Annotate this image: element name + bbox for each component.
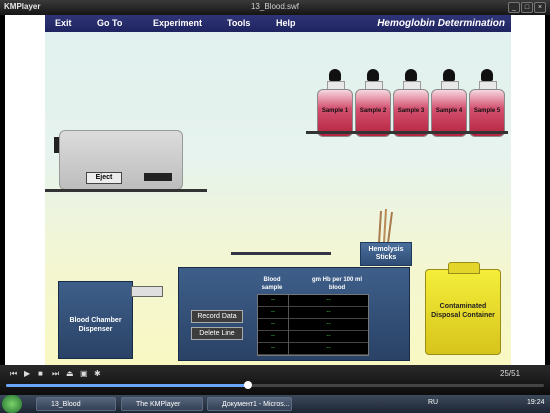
stop-icon[interactable]: ■ xyxy=(38,369,43,378)
player-controls: ⏮ ▶ ■ ⏭ ⏏ ▣ ✱ 25/51 xyxy=(0,365,550,395)
bottle-cap xyxy=(443,69,455,81)
sample-bottle-4[interactable]: Sample 4 xyxy=(431,69,467,139)
sample-label: Sample 3 xyxy=(397,108,425,114)
language-indicator[interactable]: RU xyxy=(428,399,438,406)
container-lid xyxy=(448,262,480,274)
table-cell: -- xyxy=(258,331,288,343)
sample-bottle-5[interactable]: Sample 5 xyxy=(469,69,505,139)
record-data-button[interactable]: Record Data xyxy=(191,310,243,323)
close-button[interactable]: × xyxy=(534,2,546,13)
shelf-bar xyxy=(231,252,331,255)
table-cell: -- xyxy=(289,295,368,307)
player-time: 25/51 xyxy=(500,369,521,378)
machine-shelf xyxy=(45,189,207,192)
column-divider xyxy=(288,295,289,355)
video-area: Exit Go To Experiment Tools Help Hemoglo… xyxy=(5,15,545,365)
disposal-label: Contaminated Disposal Container xyxy=(431,303,495,319)
table-cell: -- xyxy=(289,307,368,319)
eject-icon[interactable]: ⏏ xyxy=(66,369,74,378)
bottle-cap xyxy=(481,69,493,81)
bottle-cap xyxy=(329,69,341,81)
taskbar: 13_Blood The KMPlayer Документ1 - Micros… xyxy=(0,395,550,413)
taskbar-item-document[interactable]: Документ1 - Micros... xyxy=(207,397,292,411)
blood-chamber-dispenser[interactable]: Blood Chamber Dispenser xyxy=(58,281,133,359)
table-cell: -- xyxy=(258,319,288,331)
menu-exit[interactable]: Exit xyxy=(55,18,72,28)
column-header-blood-sample: Blood sample xyxy=(261,277,283,291)
minimize-button[interactable]: _ xyxy=(508,2,520,13)
player-file-name: 13_Blood.swf xyxy=(250,2,300,11)
table-cell: -- xyxy=(289,331,368,343)
delete-line-button[interactable]: Delete Line xyxy=(191,327,243,340)
app-title: Hemoglobin Determination xyxy=(377,18,505,29)
bottle-cap xyxy=(405,69,417,81)
clock[interactable]: 19:24 xyxy=(527,399,545,406)
table-cell: -- xyxy=(258,295,288,307)
seek-handle[interactable] xyxy=(244,381,253,389)
sample-bottle-2[interactable]: Sample 2 xyxy=(355,69,391,139)
play-icon[interactable]: ▶ xyxy=(24,369,30,378)
dispenser-nozzle[interactable] xyxy=(131,286,163,297)
taskbar-item-13-blood[interactable]: 13_Blood xyxy=(36,397,116,411)
hemoglobinometer[interactable]: Eject xyxy=(59,130,183,190)
sample-bottle-1[interactable]: Sample 1 xyxy=(317,69,353,139)
contaminated-disposal-container[interactable]: Contaminated Disposal Container xyxy=(425,262,501,355)
hemolysis-sticks-icon[interactable] xyxy=(375,209,395,243)
column-header-hb: gm Hb per 100 ml blood xyxy=(311,277,362,291)
taskbar-item-kmplayer[interactable]: The KMPlayer xyxy=(121,397,203,411)
menu-tools[interactable]: Tools xyxy=(227,18,250,28)
menu-experiment[interactable]: Experiment xyxy=(153,18,202,28)
data-table: -- -- -- -- -- -- -- -- -- -- xyxy=(257,294,369,356)
sample-label: Sample 2 xyxy=(359,108,387,114)
menu-help[interactable]: Help xyxy=(276,18,296,28)
bottle-cap xyxy=(367,69,379,81)
table-cell: -- xyxy=(258,307,288,319)
sample-bottle-3[interactable]: Sample 3 xyxy=(393,69,429,139)
maximize-button[interactable]: □ xyxy=(521,2,533,13)
eject-button[interactable]: Eject xyxy=(86,172,122,184)
previous-icon[interactable]: ⏮ xyxy=(10,369,17,379)
app-menu-bar: Exit Go To Experiment Tools Help Hemoglo… xyxy=(45,15,511,32)
start-button[interactable] xyxy=(2,395,22,413)
table-cell: -- xyxy=(258,343,288,355)
hemolysis-sticks-holder[interactable]: Hemolysis Sticks xyxy=(360,242,412,266)
menu-go-to[interactable]: Go To xyxy=(97,18,122,28)
data-console: Record Data Delete Line Blood sample gm … xyxy=(178,267,410,361)
chamber-slot[interactable] xyxy=(144,173,172,181)
sample-shelf xyxy=(306,131,508,134)
seek-progress xyxy=(6,384,249,387)
table-cell: -- xyxy=(289,319,368,331)
settings-icon[interactable]: ✱ xyxy=(94,369,101,378)
screen-icon[interactable]: ▣ xyxy=(80,369,88,378)
sample-label: Sample 1 xyxy=(321,108,349,114)
sample-label: Sample 5 xyxy=(473,108,501,114)
table-cell: -- xyxy=(289,343,368,355)
player-title-bar[interactable]: KMPlayer 13_Blood.swf _ □ × xyxy=(0,0,550,15)
sample-label: Sample 4 xyxy=(435,108,463,114)
next-icon[interactable]: ⏭ xyxy=(52,369,59,379)
dispenser-label: Blood Chamber Dispenser xyxy=(69,317,122,333)
flash-stage: Exit Go To Experiment Tools Help Hemoglo… xyxy=(45,15,511,365)
hemolysis-sticks-label: Hemolysis Sticks xyxy=(368,246,404,261)
